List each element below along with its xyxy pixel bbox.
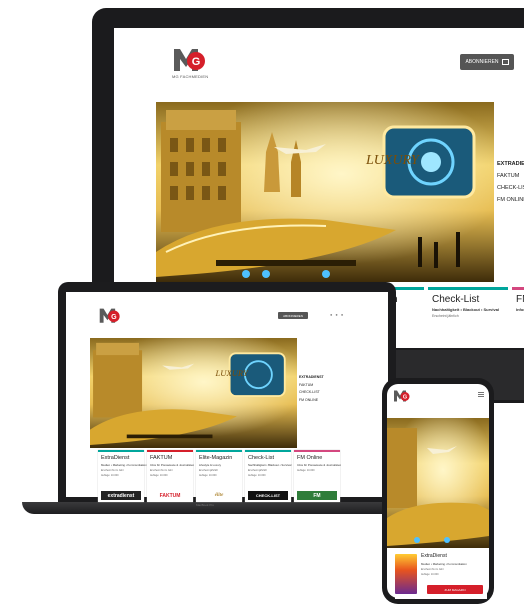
hero-luxury-sign: LUXURY [365, 153, 421, 168]
card-circulation: Auflage: 10.000 [297, 469, 315, 472]
card-fm-online[interactable]: FM Infor [512, 287, 524, 330]
menu-item-faktum[interactable]: FAKTUM [497, 170, 524, 182]
brand-logo[interactable]: G [393, 388, 411, 403]
hero-luxury-sign: LUXURY [215, 368, 249, 378]
card-fm-online[interactable]: FM Online Infos für Presseleute & Journa… [294, 450, 341, 502]
to-magazine-button[interactable]: ZUM MAGAZIN [427, 585, 483, 594]
linkedin-icon[interactable]: ● [341, 312, 346, 317]
card-title: Check-List [432, 294, 480, 305]
card-subtitle: Medien • Marketing • Kommunikation [421, 562, 467, 566]
checklist-logo: CHECK-LIST [248, 491, 288, 500]
card-title: FAKTUM [150, 455, 173, 461]
card-circulation: Auflage: 10.000 [248, 474, 266, 477]
subscribe-label: ABONNIEREN [465, 59, 499, 65]
card-extradienst[interactable]: ExtraDienst Medien • Marketing • Kommuni… [98, 450, 147, 502]
social-icons[interactable]: ●●● [330, 312, 346, 317]
card-circulation: Auflage: 10.000 [421, 573, 439, 576]
card-title: ExtraDienst [101, 455, 130, 461]
card-subtitle: Nachhaltigkeit • Blackout • Survival [432, 307, 500, 312]
faktum-logo: FAKTUM [159, 492, 181, 499]
extradienst-logo: extradienst [101, 491, 141, 500]
menu-item-extradienst[interactable]: EXTRADIENST [497, 158, 524, 170]
card-subtitle: Infor [516, 307, 524, 312]
card-circulation: Auflage: 10.000 [150, 474, 168, 477]
menu-item-extradienst[interactable]: EXTRADIENST [299, 374, 324, 382]
svg-text:G: G [111, 314, 117, 321]
card-elite-magazin[interactable]: Elite-Magazin Lifestyle & Luxury Erschei… [196, 450, 242, 502]
card-faktum[interactable]: FAKTUM Infos für Presseleute & Journalis… [147, 450, 194, 502]
card-checklist[interactable]: Check-List Nachhaltigkeit • Blackout • S… [428, 287, 508, 330]
card-frequency: Erscheint 6x im Jahr [421, 568, 444, 571]
menu-item-fm-online[interactable]: FM ONLINE [299, 397, 324, 405]
card-title: ExtraDienst [421, 553, 447, 559]
card-circulation: Auflage: 10.000 [101, 474, 119, 477]
card-title: FM [516, 294, 524, 305]
card-title: Elite-Magazin [199, 455, 233, 461]
laptop-model-label: MacBook Pro [196, 503, 215, 507]
fm-online-logo: FM [297, 491, 337, 500]
card-title: Check-List [248, 455, 274, 461]
svg-text:G: G [403, 395, 407, 401]
elite-logo: élite [214, 493, 224, 498]
brand-tagline: MG FACHMEDIEN [172, 74, 209, 79]
monitor-side-menu: EXTRADIENST FAKTUM CHECK-LIST FM ONLINE [497, 158, 524, 206]
card-frequency: Erscheint jährlich [432, 314, 459, 318]
hero-image-luxury: LUXURY [90, 338, 297, 448]
laptop-side-menu: EXTRADIENST FAKTUM CHECK-LIST FM ONLINE [299, 374, 324, 404]
menu-item-fm-online[interactable]: FM ONLINE [497, 194, 524, 206]
subscribe-button[interactable]: ABONNIEREN [278, 312, 308, 319]
menu-item-checklist[interactable]: CHECK-LIST [299, 389, 324, 397]
card-title: FM Online [297, 455, 323, 461]
brand-logo[interactable]: G [172, 45, 208, 73]
laptop-base [22, 502, 422, 514]
phone-card-extradienst[interactable]: ExtraDienst Medien • Marketing • Kommuni… [395, 551, 487, 599]
menu-item-checklist[interactable]: CHECK-LIST [497, 182, 524, 194]
hamburger-menu-icon[interactable] [478, 392, 484, 397]
brand-logo[interactable]: G [98, 306, 122, 324]
subscribe-button[interactable]: ABONNIEREN [460, 54, 514, 70]
newspaper-icon [501, 59, 509, 65]
hero-image-luxury [387, 418, 489, 548]
svg-text:G: G [192, 56, 201, 68]
card-checklist[interactable]: Check-List Nachhaltigkeit • Blackout • S… [245, 450, 291, 502]
monitor-card-row: n Check-List Nachhaltigkeit • Blackout •… [388, 287, 524, 330]
menu-item-faktum[interactable]: FAKTUM [299, 382, 324, 390]
hero-image-luxury: LUXURY [156, 102, 494, 282]
card-circulation: Auflage: 10.000 [199, 474, 217, 477]
magazine-cover-thumbnail [395, 554, 417, 594]
